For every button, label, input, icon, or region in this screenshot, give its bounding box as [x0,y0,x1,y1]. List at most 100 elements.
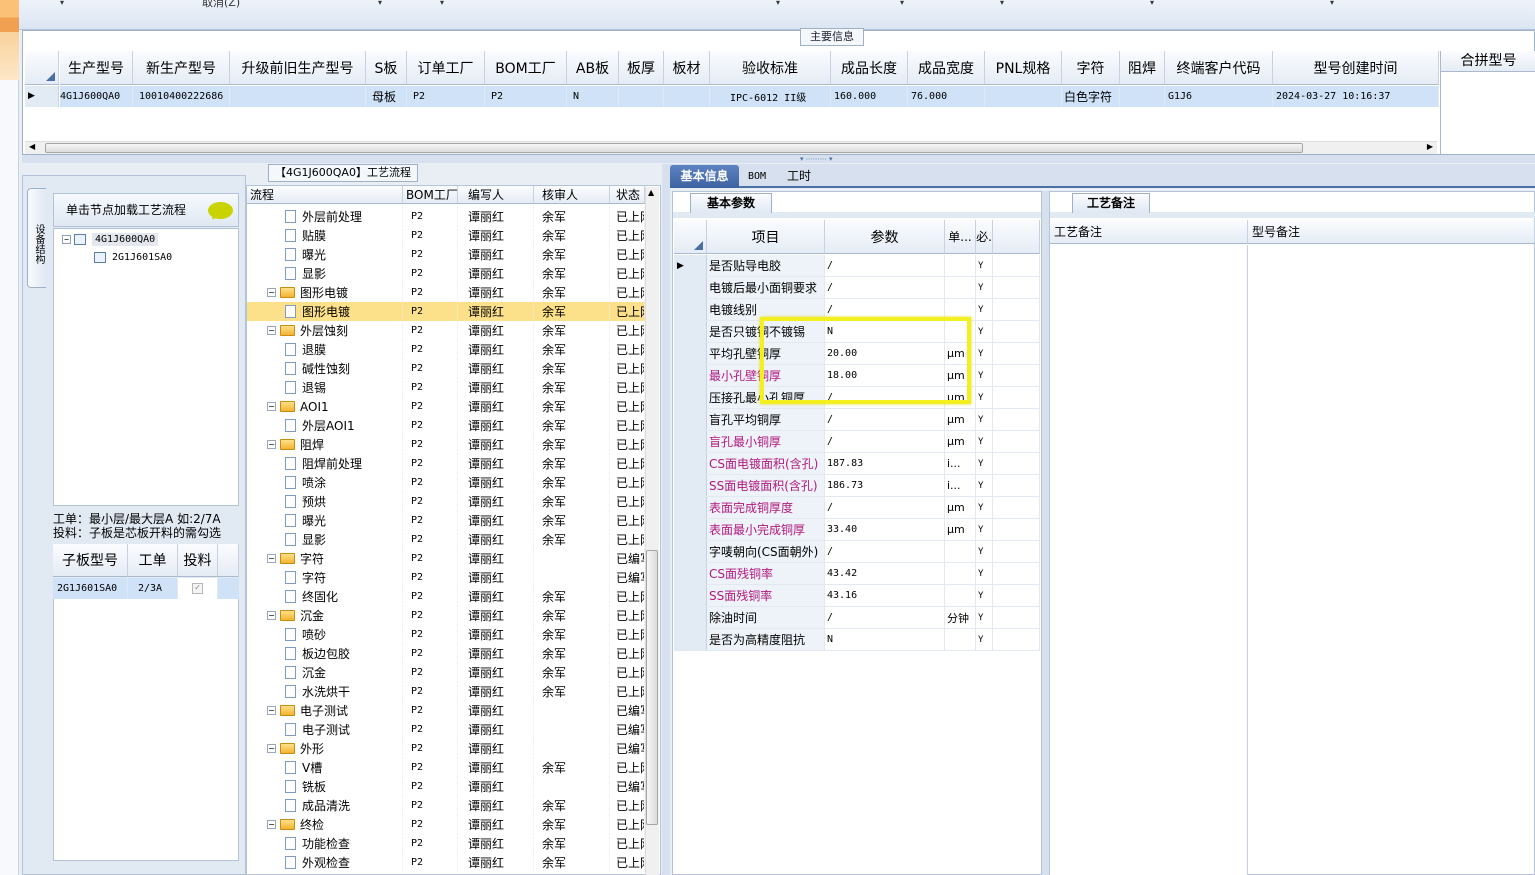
process-name-cell[interactable]: 显影 [247,264,403,283]
dropdown-arrow-icon[interactable]: ▾ [440,0,448,7]
tab-bom[interactable]: BOM [742,165,772,188]
process-row[interactable]: 字符 P2谭丽红 已编写 [247,568,645,587]
scroll-right-icon[interactable]: ▶ [1427,142,1433,151]
process-row[interactable]: V槽 P2谭丽红余军已上网 [247,758,645,777]
process-name-cell[interactable]: 喷涂 [247,473,403,492]
collapse-icon[interactable]: − [267,744,276,753]
process-row[interactable]: 预烘 P2谭丽红余军已上网 [247,492,645,511]
process-name-cell[interactable]: 预烘 [247,492,403,511]
collapse-icon[interactable]: − [267,326,276,335]
param-row[interactable]: ▶ 是否贴导电胶 / Y [674,255,1040,277]
process-name-cell[interactable]: V槽 [247,758,403,777]
col-header[interactable]: 投料 [178,544,218,577]
process-row[interactable]: 显影 P2谭丽红余军已上网 [247,530,645,549]
param-row[interactable]: SS面残铜率 43.16 Y [674,585,1040,607]
process-name-cell[interactable]: 成品清洗 [247,796,403,815]
cell-sub-order[interactable]: 2/3A [128,578,178,599]
param-value[interactable]: / [825,255,945,276]
param-value[interactable]: 187.83 [825,453,945,474]
col-header[interactable]: 字符 [1062,51,1120,85]
col-header[interactable]: BOM工厂 [485,51,567,85]
table-row[interactable]: 4G1J600QA0 10010400222686 母板 P2 P2 N IPC… [60,86,1439,107]
tab-work-hours[interactable]: 工时 [783,165,815,188]
param-value[interactable]: / [825,541,945,562]
process-row[interactable]: − AOI1 P2谭丽红余军已上网 [247,397,645,416]
process-name-cell[interactable]: 水洗烘干 [247,682,403,701]
process-row[interactable]: − 阻焊 P2谭丽红余军已上网 [247,435,645,454]
col-header[interactable]: 升级前旧生产型号 [230,51,366,85]
collapse-icon[interactable]: − [267,402,276,411]
process-row[interactable]: − 外形 P2谭丽红 已编写 [247,739,645,758]
scroll-left-icon[interactable]: ◀ [29,142,35,151]
cell-width[interactable]: 76.000 [908,86,985,107]
process-name-cell[interactable]: − 沉金 [247,606,403,625]
process-row[interactable]: 外层前处理 P2谭丽红余军已上网 [247,207,645,226]
col-header[interactable]: 参数 [825,220,945,254]
process-row[interactable]: 功能检查 P2谭丽红余军已上网 [247,834,645,853]
col-header[interactable]: BOM工厂 [403,186,458,204]
process-row[interactable]: 阻焊前处理 P2谭丽红余军已上网 [247,454,645,473]
col-header[interactable]: S板 [366,51,407,85]
process-name-cell[interactable]: − 阻焊 [247,435,403,454]
scroll-thumb[interactable] [45,143,1303,153]
col-header[interactable]: PNL规格 [985,51,1062,85]
process-name-cell[interactable]: − AOI1 [247,397,403,416]
cell-old-model[interactable] [230,86,366,107]
dropdown-arrow-icon[interactable]: ▾ [900,0,908,7]
process-row[interactable]: − 外层蚀刻 P2谭丽红余军已上网 [247,321,645,340]
dropdown-arrow-icon[interactable]: ▾ [60,0,68,7]
process-name-cell[interactable]: 外层前处理 [247,207,403,226]
cell-ab-board[interactable]: N [567,86,619,107]
col-header[interactable]: 子板型号 [53,544,128,577]
col-header[interactable]: 项目 [707,220,825,254]
col-header[interactable]: 流程 [247,186,403,204]
process-row[interactable]: − 沉金 P2谭丽红余军已上网 [247,606,645,625]
process-row[interactable]: − 终检 P2谭丽红余军已上网 [247,815,645,834]
process-row[interactable]: 显影 P2谭丽红余军已上网 [247,264,645,283]
cell-order-factory[interactable]: P2 [407,86,485,107]
col-header[interactable]: 阻焊 [1120,51,1165,85]
cell-model[interactable]: 4G1J600QA0 [60,86,133,107]
cell-thickness[interactable] [619,86,664,107]
col-header[interactable]: 编写人 [458,186,534,204]
col-header[interactable]: 验收标准 [710,51,831,85]
cell-solder[interactable] [1120,86,1165,107]
cell-sub-model[interactable]: 2G1J601SA0 [53,578,128,599]
param-value[interactable]: / [825,431,945,452]
param-row[interactable]: 是否为高精度阻抗 N Y [674,629,1040,651]
cell-standard[interactable]: IPC-6012 II级 [710,86,831,107]
param-row[interactable]: CS面残铜率 43.42 Y [674,563,1040,585]
process-row[interactable]: 退锡 P2谭丽红余军已上网 [247,378,645,397]
col-header[interactable]: 终端客户代码 [1165,51,1273,85]
param-value[interactable]: 43.42 [825,563,945,584]
process-name-cell[interactable]: 曝光 [247,245,403,264]
process-row[interactable]: − 字符 P2谭丽红 已编写 [247,549,645,568]
process-name-cell[interactable]: 板边包胶 [247,644,403,663]
col-header[interactable]: 状态 [610,186,645,204]
cell-material[interactable] [664,86,710,107]
process-name-cell[interactable]: 电子测试 [247,720,403,739]
feed-checkbox[interactable]: ✓ [192,583,203,594]
process-row[interactable]: 沉金 P2谭丽红余军已上网 [247,663,645,682]
process-row[interactable]: 曝光 P2谭丽红余军已上网 [247,511,645,530]
param-row[interactable]: 表面完成铜厚度 / μm Y [674,497,1040,519]
dropdown-arrow-icon[interactable]: ▾ [776,0,784,7]
param-row[interactable]: SS面电镀面积(含孔) 186.73 i... Y [674,475,1040,497]
tree-node-child[interactable]: 2G1J601SA0 [94,252,172,263]
col-header[interactable]: 工艺备注 [1050,220,1248,244]
process-name-cell[interactable]: 退膜 [247,340,403,359]
process-row[interactable]: 碱性蚀刻 P2谭丽红余军已上网 [247,359,645,378]
process-name-cell[interactable]: − 图形电镀 [247,283,403,302]
process-row[interactable]: 喷涂 P2谭丽红余军已上网 [247,473,645,492]
process-row[interactable]: 退膜 P2谭丽红余军已上网 [247,340,645,359]
tree-node-label[interactable]: 4G1J600QA0 [92,233,159,246]
process-name-cell[interactable]: 曝光 [247,511,403,530]
col-header[interactable]: 板厚 [619,51,664,85]
collapse-icon[interactable]: − [267,706,276,715]
vertical-splitter[interactable] [662,164,670,875]
process-name-cell[interactable]: 终固化 [247,587,403,606]
dropdown-arrow-icon[interactable]: ▾ [378,0,386,7]
process-name-cell[interactable]: 阻焊前处理 [247,454,403,473]
process-row[interactable]: 水洗烘干 P2谭丽红余军已上网 [247,682,645,701]
process-name-cell[interactable]: − 终检 [247,815,403,834]
